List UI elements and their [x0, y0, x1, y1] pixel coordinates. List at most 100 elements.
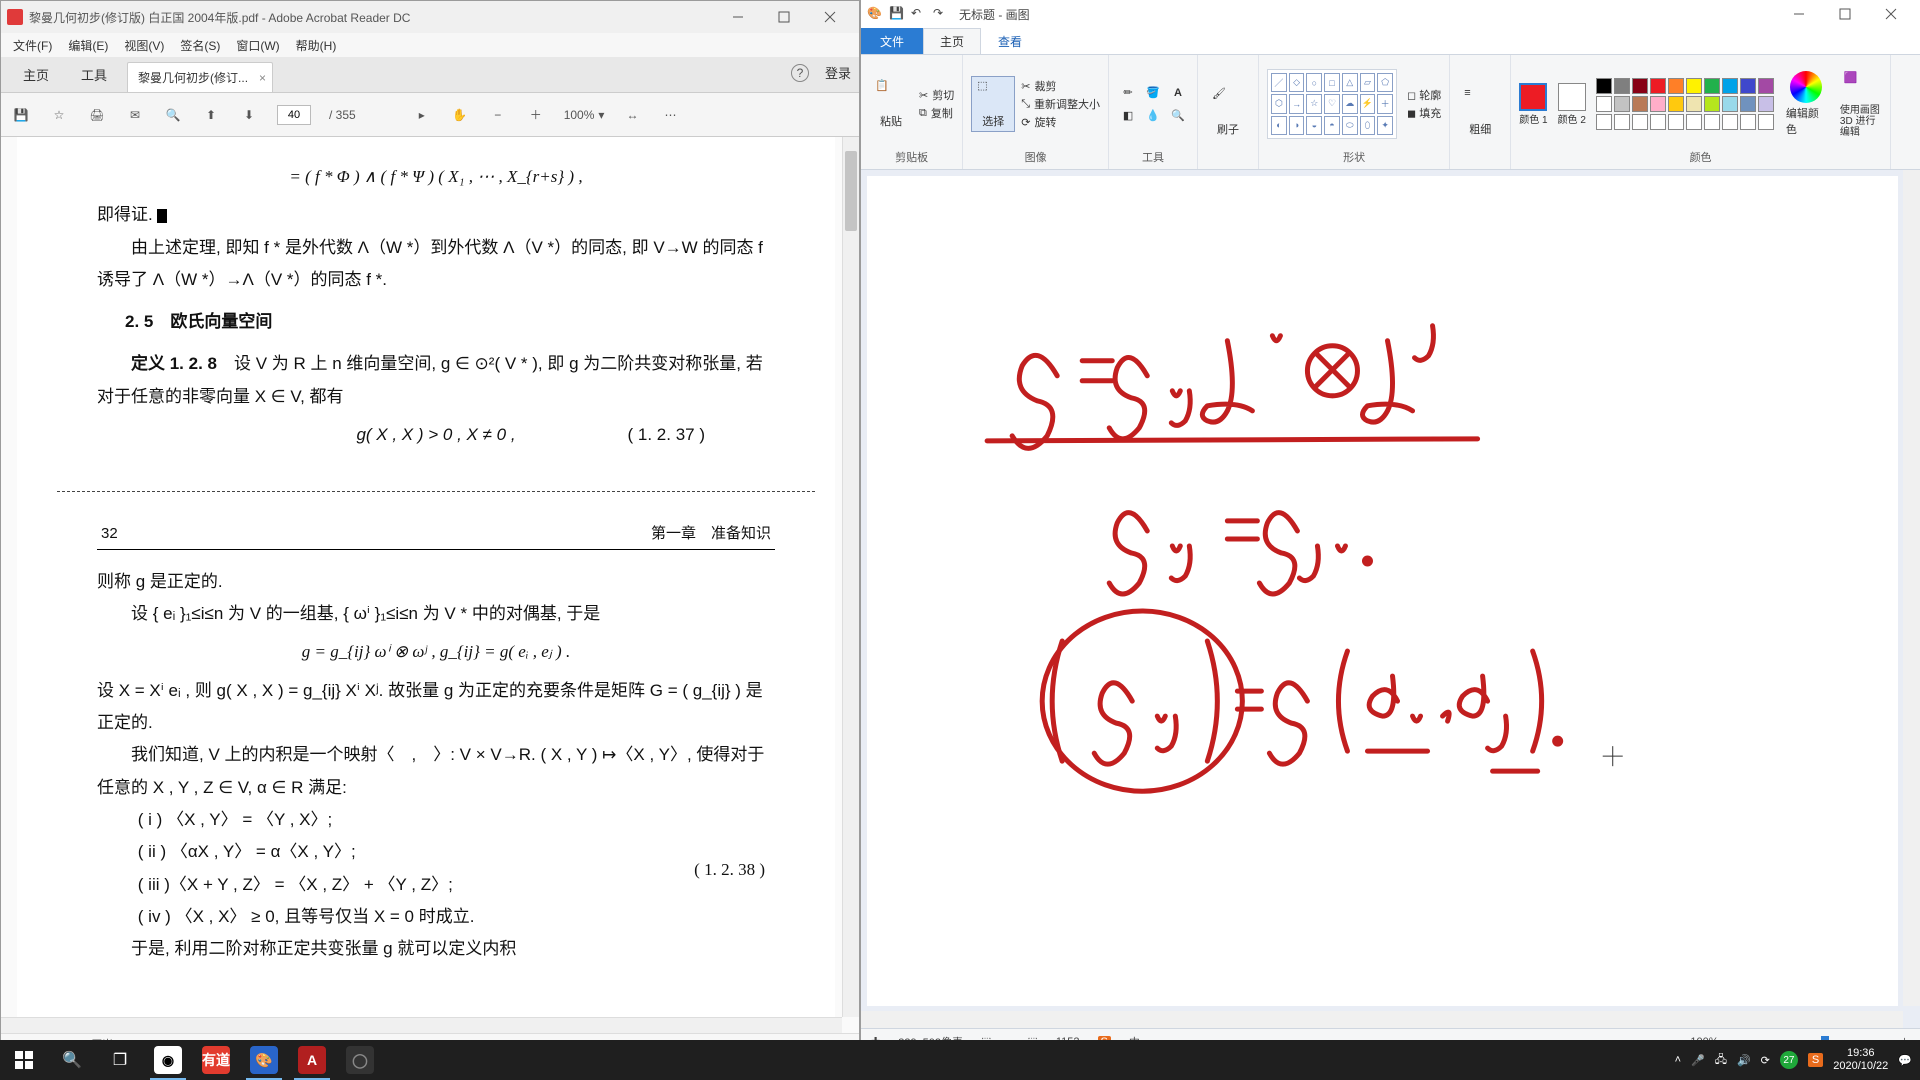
vertical-scrollbar[interactable]	[1903, 170, 1920, 1006]
tab-home[interactable]: 主页	[923, 28, 981, 54]
taskbar-youdao[interactable]: 有道	[192, 1040, 240, 1080]
qat-save-icon[interactable]: 💾	[889, 6, 905, 22]
palette-swatch[interactable]	[1686, 114, 1702, 130]
shape-outline-button[interactable]: ◻ 轮廓	[1407, 87, 1441, 103]
palette-swatch[interactable]	[1668, 96, 1684, 112]
rotate-button[interactable]: ⟳ 旋转	[1021, 114, 1100, 130]
palette-swatch[interactable]	[1686, 96, 1702, 112]
palette-swatch[interactable]	[1758, 114, 1774, 130]
menu-file[interactable]: 文件(F)	[7, 35, 58, 56]
tray-volume-icon[interactable]: 🔊	[1737, 1054, 1751, 1067]
resize-button[interactable]: ⤡ 重新调整大小	[1021, 96, 1100, 112]
cut-button[interactable]: ✂ 剪切	[919, 87, 954, 103]
palette-swatch[interactable]	[1668, 114, 1684, 130]
minimize-button[interactable]	[1776, 0, 1822, 29]
menu-sign[interactable]: 签名(S)	[174, 35, 226, 56]
horizontal-scrollbar[interactable]	[1, 1017, 842, 1033]
mail-icon[interactable]: ✉	[125, 105, 145, 125]
tab-home[interactable]: 主页	[7, 57, 65, 92]
close-tab-icon[interactable]: ×	[259, 71, 266, 85]
palette-swatch[interactable]	[1722, 114, 1738, 130]
tab-tools[interactable]: 工具	[65, 57, 123, 92]
tray-ime-icon[interactable]: S	[1808, 1053, 1823, 1067]
fit-width-icon[interactable]: ↔	[622, 105, 642, 125]
tab-view[interactable]: 查看	[981, 28, 1039, 54]
palette-swatch[interactable]	[1632, 96, 1648, 112]
tray-microphone-icon[interactable]: 🎤	[1691, 1054, 1705, 1067]
select-tool-icon[interactable]: ▸	[412, 105, 432, 125]
brush-button[interactable]: 🖌刷子	[1206, 85, 1250, 139]
search-icon[interactable]: 🔍	[163, 105, 183, 125]
hand-tool-icon[interactable]: ✋	[450, 105, 470, 125]
paste-button[interactable]: 📋粘贴	[869, 77, 913, 131]
start-button[interactable]	[0, 1040, 48, 1080]
copy-button[interactable]: ⧉ 复制	[919, 105, 954, 121]
search-button[interactable]: 🔍	[48, 1040, 96, 1080]
palette-swatch[interactable]	[1668, 78, 1684, 94]
palette-swatch[interactable]	[1722, 96, 1738, 112]
maximize-button[interactable]	[1822, 0, 1868, 29]
palette-swatch[interactable]	[1722, 78, 1738, 94]
palette-swatch[interactable]	[1614, 78, 1630, 94]
palette-swatch[interactable]	[1632, 78, 1648, 94]
palette-swatch[interactable]	[1596, 96, 1612, 112]
taskbar-chrome[interactable]: ◉	[144, 1040, 192, 1080]
palette-swatch[interactable]	[1632, 114, 1648, 130]
palette-swatch[interactable]	[1614, 114, 1630, 130]
magnifier-tool-icon[interactable]: 🔍	[1167, 106, 1189, 126]
zoom-value[interactable]: 100%	[564, 108, 595, 122]
close-button[interactable]	[1868, 0, 1914, 29]
palette-swatch[interactable]	[1740, 96, 1756, 112]
scrollbar-thumb[interactable]	[845, 151, 857, 231]
shape-gallery[interactable]: ／◇○□△▱⬠ ⬡→☆♡☁⚡＋ ◐◑◒◓⬭⬯✦	[1267, 69, 1397, 139]
tray-clock[interactable]: 19:36 2020/10/22	[1833, 1047, 1888, 1073]
menu-view[interactable]: 视图(V)	[118, 35, 170, 56]
minimize-button[interactable]	[715, 2, 761, 32]
palette-swatch[interactable]	[1686, 78, 1702, 94]
tray-notifications-icon[interactable]: 💬	[1898, 1054, 1912, 1067]
picker-tool-icon[interactable]: 💧	[1142, 106, 1164, 126]
palette-swatch[interactable]	[1596, 78, 1612, 94]
qat-redo-icon[interactable]: ↷	[933, 6, 949, 22]
signin-button[interactable]: 登录	[825, 63, 851, 82]
save-icon[interactable]: 💾	[11, 105, 31, 125]
overflow-icon[interactable]: ⋯	[660, 105, 680, 125]
page-up-icon[interactable]: ⬆	[201, 105, 221, 125]
palette-swatch[interactable]	[1704, 78, 1720, 94]
taskbar-app[interactable]: ◯	[336, 1040, 384, 1080]
color-palette[interactable]	[1596, 78, 1774, 130]
horizontal-scrollbar[interactable]	[861, 1011, 1903, 1028]
task-view-button[interactable]: ❐	[96, 1040, 144, 1080]
page-down-icon[interactable]: ⬇	[239, 105, 259, 125]
qat-undo-icon[interactable]: ↶	[911, 6, 927, 22]
tray-network-icon[interactable]: 🖧	[1715, 1051, 1727, 1070]
palette-swatch[interactable]	[1704, 96, 1720, 112]
help-icon[interactable]: ?	[791, 64, 809, 82]
taskbar-paint[interactable]: 🎨	[240, 1040, 288, 1080]
page-number-input[interactable]	[277, 105, 311, 125]
tab-file[interactable]: 文件	[861, 28, 923, 54]
star-icon[interactable]: ☆	[49, 105, 69, 125]
eraser-tool-icon[interactable]: ◧	[1117, 106, 1139, 126]
tray-badge[interactable]: 27	[1780, 1051, 1798, 1069]
vertical-scrollbar[interactable]	[842, 137, 859, 1017]
paint3d-button[interactable]: 🟪使用画图 3D 进行编辑	[1838, 69, 1882, 140]
palette-swatch[interactable]	[1650, 96, 1666, 112]
zoom-in-icon[interactable]: ＋	[526, 105, 546, 125]
tray-chevron-up-icon[interactable]: ˄	[1675, 1054, 1681, 1066]
palette-swatch[interactable]	[1704, 114, 1720, 130]
palette-swatch[interactable]	[1758, 78, 1774, 94]
palette-swatch[interactable]	[1758, 96, 1774, 112]
select-button[interactable]: ⬚选择	[971, 76, 1015, 132]
tab-document[interactable]: 黎曼几何初步(修订... ×	[127, 62, 273, 92]
zoom-out-icon[interactable]: −	[488, 105, 508, 125]
palette-swatch[interactable]	[1650, 114, 1666, 130]
edit-colors-button[interactable]: 编辑颜色	[1784, 69, 1828, 139]
paint-canvas[interactable]	[867, 176, 1898, 1006]
menu-help[interactable]: 帮助(H)	[290, 35, 343, 56]
menu-window[interactable]: 窗口(W)	[230, 35, 285, 56]
pencil-tool-icon[interactable]: ✏	[1117, 83, 1139, 103]
fill-tool-icon[interactable]: 🪣	[1142, 83, 1164, 103]
color1-swatch[interactable]	[1519, 83, 1547, 111]
taskbar-acrobat[interactable]: A	[288, 1040, 336, 1080]
